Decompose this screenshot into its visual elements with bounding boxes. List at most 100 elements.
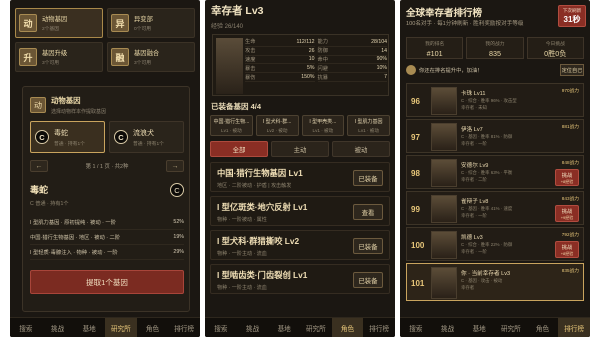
- equipped-slot[interactable]: I 型肌力基因 Lv1 · 被动: [347, 115, 390, 136]
- challenge-button[interactable]: 挑战 +8经验: [555, 241, 579, 258]
- equipped-button[interactable]: 已装备: [353, 238, 383, 254]
- avatar: [431, 231, 457, 259]
- equipped-slot[interactable]: I 型犬科·群... Lv2 · 被动: [255, 115, 299, 136]
- skill-card[interactable]: I 型亿斑类·地穴反射 Lv1 物种 · 一阶被动 · 属性 查看: [210, 196, 390, 226]
- challenge-label: 挑战: [561, 245, 573, 251]
- equipped-header: 已装备基因 4/4: [211, 102, 262, 111]
- filter-all[interactable]: 全部: [210, 141, 268, 157]
- skill-card[interactable]: I 型犬科·群猎撕咬 Lv2 物种 · 一阶主动 · 流血 已装备: [210, 230, 390, 260]
- tab-character[interactable]: 角色: [527, 318, 559, 337]
- category-sub: 3个可用: [134, 61, 152, 66]
- equipped-slot[interactable]: 中国·猎行生物... Lv1 · 被动: [210, 115, 253, 136]
- character-portrait: [216, 38, 243, 94]
- category-sub: 3个可用: [42, 61, 60, 66]
- stat-value: 112/112: [296, 38, 315, 45]
- gene-card-dog[interactable]: C 流浪犬 普通 · 持有1个: [109, 121, 184, 153]
- tab-search[interactable]: 搜索: [400, 318, 432, 337]
- gene-card-snake[interactable]: C 毒蛇 普通 · 持有1个: [30, 121, 105, 153]
- player-desc: C · 基因 · 胜率 41% · 速度: [461, 206, 513, 211]
- mutation-icon: 异: [111, 14, 129, 32]
- rank-row[interactable]: 99 雀辩子 Lv8 C · 基因 · 胜率 41% · 速度 幸存者 · 一阶…: [406, 191, 584, 225]
- tab-challenge[interactable]: 挑战: [42, 318, 74, 337]
- filter-passive[interactable]: 被动: [332, 141, 390, 157]
- player-desc: C · 综合 · 胜率 22% · 防御: [461, 242, 513, 247]
- tab-search[interactable]: 搜索: [205, 318, 237, 337]
- rank-row[interactable]: 97 伊洛 Lv7 C · 基因 · 胜率 81% · 防御 幸存者 · 一阶 …: [406, 119, 584, 153]
- rank-row[interactable]: 96 卡珠 Lv11 C · 综合 · 胜率 96% · 攻击型 幸存者 · 未…: [406, 83, 584, 117]
- locate-me-button[interactable]: 定位自己: [560, 64, 584, 76]
- chance-value: 52%: [173, 219, 184, 225]
- tab-search[interactable]: 搜索: [10, 318, 42, 337]
- equipped-slot[interactable]: I 型甲壳类... Lv1 · 被动: [301, 115, 345, 136]
- rank-number: 99: [411, 204, 420, 214]
- tab-research[interactable]: 研究所: [105, 318, 137, 337]
- category-animal-gene[interactable]: 动 动物基因 2个基因: [15, 8, 103, 38]
- notice-text: 你还在排名提升中，加油！: [419, 68, 483, 74]
- stat-value: 90%: [376, 56, 387, 63]
- player-name: 你 · 当前幸存者 Lv3: [461, 271, 511, 277]
- chance-row: I 型肌力基因 · 原初提纯 · 被动 · 一阶 52%: [30, 215, 184, 230]
- tab-character[interactable]: 角色: [331, 318, 364, 337]
- equipped-slots: 中国·猎行生物... Lv1 · 被动 I 型犬科·群... Lv2 · 被动 I …: [210, 115, 390, 136]
- prev-page-button[interactable]: ←: [30, 160, 48, 172]
- skill-desc: 物种 · 一阶被动 · 属性: [217, 217, 267, 223]
- category-fusion[interactable]: 融 基因融合 3个可用: [107, 42, 195, 72]
- tab-research[interactable]: 研究所: [495, 318, 527, 337]
- rank-row[interactable]: 98 安德尔 Lv9 C · 综合 · 胜率 63% · 平衡 幸存者 · 二阶…: [406, 155, 584, 189]
- character-panel: 幸存者 Lv3 经验 26/140 生命 112/112 能力 28/104 攻击 2…: [205, 0, 395, 337]
- leaderboard-title: 全球幸存者排行榜: [406, 8, 483, 19]
- next-page-button[interactable]: →: [166, 160, 184, 172]
- view-button[interactable]: 查看: [353, 204, 383, 220]
- player-power: 843战力: [561, 196, 579, 201]
- tab-leaderboard[interactable]: 排行榜: [558, 318, 590, 337]
- stat-row: 能力 28/104: [317, 38, 387, 47]
- tab-challenge[interactable]: 挑战: [432, 318, 464, 337]
- tab-base[interactable]: 基地: [463, 318, 495, 337]
- bottom-tab-bar: 搜索 挑战 基地 研究所 角色 排行榜: [205, 317, 395, 337]
- category-upgrade[interactable]: 升 基因升级 3个可用: [15, 42, 103, 72]
- player-desc2: 幸存者 · 一阶: [461, 213, 487, 218]
- player-name: 卡珠 Lv11: [461, 91, 486, 97]
- rank-row[interactable]: 100 凯德 Lv3 C · 综合 · 胜率 22% · 防御 幸存者 · 一阶…: [406, 227, 584, 261]
- stat-row: 暴伤 150%: [245, 73, 315, 82]
- tab-research[interactable]: 研究所: [300, 318, 332, 337]
- gene-chance-list: I 型肌力基因 · 原初提纯 · 被动 · 一阶 52% 中国·猎行生物基因 · …: [30, 215, 184, 260]
- player-name: 安德尔 Lv9: [461, 163, 489, 169]
- player-power: 970战力: [561, 88, 579, 93]
- tab-leaderboard[interactable]: 排行榜: [363, 318, 395, 337]
- chance-row: I 型轻质·毒腺注入 · 物种 · 被动 · 一阶 29%: [30, 245, 184, 260]
- avatar: [431, 123, 457, 151]
- bottom-tab-bar: 搜索 挑战 基地 研究所 角色 排行榜: [400, 317, 590, 337]
- player-power: 881战力: [561, 124, 579, 129]
- fusion-icon: 融: [111, 48, 129, 66]
- tab-challenge[interactable]: 挑战: [237, 318, 269, 337]
- challenge-reward: +9经验: [560, 215, 574, 220]
- rank-row-self[interactable]: 101 你 · 当前幸存者 Lv3 C · 基因 · 攻击 · 被动 幸存者 8…: [406, 263, 584, 301]
- tab-leaderboard[interactable]: 排行榜: [168, 318, 200, 337]
- filter-active[interactable]: 主动: [271, 141, 329, 157]
- refresh-timer: 下次刷新 31秒: [558, 5, 586, 27]
- equipped-button[interactable]: 已装备: [353, 272, 383, 288]
- tab-character[interactable]: 角色: [137, 318, 169, 337]
- stat-row: 命中 90%: [317, 56, 387, 65]
- skill-card[interactable]: I 型啮齿类·门齿裂创 Lv1 物种 · 一阶主动 · 流血 已装备: [210, 264, 390, 294]
- rank-number: 101: [411, 278, 425, 288]
- character-title: 幸存者 Lv3: [211, 5, 264, 17]
- category-mutation[interactable]: 异 异变部 0个可用: [107, 8, 195, 38]
- stat-grid: 生命 112/112 能力 28/104 攻击 26 防御 14 速度 10 命中 90% …: [245, 38, 387, 82]
- summary-value: 835: [488, 49, 501, 58]
- stat-label: 攻击: [245, 48, 256, 55]
- challenge-button[interactable]: 挑战 +9经验: [555, 205, 579, 222]
- bottom-tab-bar: 搜索 挑战 基地 研究所 角色 排行榜: [10, 317, 200, 337]
- tab-base[interactable]: 基地: [73, 318, 105, 337]
- leaderboard-subtitle: 100名对手 · 每1分钟刷新 · 胜利奖励按对手等级: [406, 21, 524, 27]
- equipped-button[interactable]: 已装备: [353, 170, 383, 186]
- tab-base[interactable]: 基地: [268, 318, 300, 337]
- stat-label: 速度: [245, 56, 256, 63]
- animal-gene-box: 动 动物基因 选择动物样本作提取基因 C 毒蛇 普通 · 持有1个 C 流浪犬 普通…: [22, 86, 190, 312]
- extract-gene-button[interactable]: 提取1个基因: [30, 270, 184, 294]
- skill-card[interactable]: 中国·猎行生物基因 Lv1 地区 · 二阶被动 · 护盾 | 攻击触发 已装备: [210, 162, 390, 192]
- page-indicator: 第 1 / 1 页 · 共2种: [85, 164, 129, 170]
- timer-value: 31秒: [563, 15, 581, 24]
- challenge-button[interactable]: 挑战 +8经验: [555, 169, 579, 186]
